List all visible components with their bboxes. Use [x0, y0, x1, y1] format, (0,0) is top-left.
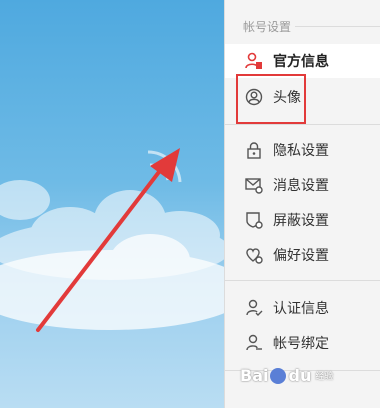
section-divider: [295, 26, 380, 27]
menu-item-avatar[interactable]: 头像: [225, 80, 380, 114]
menu-label: 屏蔽设置: [273, 213, 329, 229]
lock-icon: [245, 141, 263, 159]
heart-settings-icon: [245, 246, 263, 264]
menu-item-preference[interactable]: 偏好设置: [225, 238, 380, 272]
menu-label: 偏好设置: [273, 248, 329, 264]
menu-item-privacy[interactable]: 隐私设置: [225, 133, 380, 167]
baidu-watermark: Bai du 经验: [240, 366, 334, 385]
menu-label: 官方信息: [273, 54, 329, 70]
menu-item-block[interactable]: 屏蔽设置: [225, 203, 380, 237]
menu-item-message[interactable]: 消息设置: [225, 168, 380, 202]
account-settings-panel: 帐号设置 官方信息 头像 隐私设置 消息设置 屏蔽设置 偏好设置 认证信息 帐号…: [224, 0, 380, 408]
menu-item-account-bind[interactable]: 帐号绑定: [225, 326, 380, 360]
menu-divider: [225, 124, 380, 125]
menu-label: 认证信息: [273, 301, 329, 317]
menu-item-verify[interactable]: 认证信息: [225, 291, 380, 325]
menu-label: 帐号绑定: [273, 336, 329, 352]
sky-background: [0, 0, 230, 408]
menu-label: 隐私设置: [273, 143, 329, 159]
menu-label: 消息设置: [273, 178, 329, 194]
section-title: 帐号设置: [243, 20, 292, 34]
menu-label: 头像: [273, 90, 301, 106]
official-info-icon: [245, 52, 263, 70]
block-settings-icon: [245, 211, 263, 229]
menu-divider: [225, 280, 380, 281]
account-bind-icon: [245, 334, 263, 352]
red-arrow: [36, 148, 180, 332]
verify-icon: [245, 299, 263, 317]
paw-logo-icon: [270, 367, 287, 384]
avatar-icon: [245, 88, 263, 106]
menu-item-official-info[interactable]: 官方信息: [225, 44, 380, 78]
message-settings-icon: [245, 176, 263, 194]
